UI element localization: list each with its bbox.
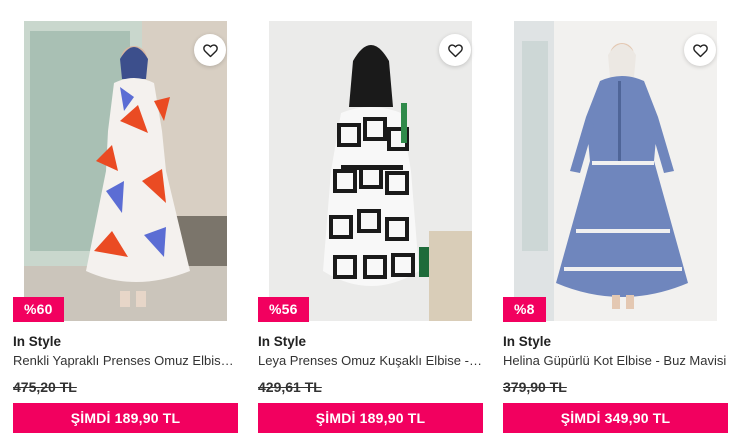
product-brand: In Style	[13, 334, 62, 349]
product-image[interactable]	[24, 21, 227, 321]
product-card[interactable]: %60 In Style Renkli Yapraklı Prenses Omu…	[13, 0, 238, 448]
heart-icon	[692, 43, 708, 57]
product-name[interactable]: Leya Prenses Omuz Kuşaklı Elbise - Siyah	[258, 353, 483, 368]
product-name[interactable]: Helina Güpürlü Kot Elbise - Buz Mavisi	[503, 353, 728, 368]
woman-floral-dress-photo	[24, 21, 227, 321]
old-price: 475,20 TL	[13, 379, 77, 395]
discount-badge: %60	[13, 297, 64, 322]
product-image[interactable]	[269, 21, 472, 321]
discount-badge: %56	[258, 297, 309, 322]
favorite-button[interactable]	[684, 34, 716, 66]
current-price-button[interactable]: ŞİMDİ 189,90 TL	[258, 403, 483, 433]
discount-badge: %8	[503, 297, 546, 322]
product-brand: In Style	[258, 334, 307, 349]
woman-geometric-dress-photo	[269, 21, 472, 321]
product-card[interactable]: %8 In Style Helina Güpürlü Kot Elbise - …	[503, 0, 728, 448]
current-price-button[interactable]: ŞİMDİ 349,90 TL	[503, 403, 728, 433]
woman-denim-dress-photo	[514, 21, 717, 321]
favorite-button[interactable]	[194, 34, 226, 66]
old-price: 429,61 TL	[258, 379, 322, 395]
heart-icon	[447, 43, 463, 57]
old-price: 379,90 TL	[503, 379, 567, 395]
product-grid: %60 In Style Renkli Yapraklı Prenses Omu…	[0, 0, 744, 448]
heart-icon	[202, 43, 218, 57]
product-name[interactable]: Renkli Yapraklı Prenses Omuz Elbise - La…	[13, 353, 238, 368]
current-price-button[interactable]: ŞİMDİ 189,90 TL	[13, 403, 238, 433]
favorite-button[interactable]	[439, 34, 471, 66]
product-image[interactable]	[514, 21, 717, 321]
product-brand: In Style	[503, 334, 552, 349]
product-card[interactable]: %56 In Style Leya Prenses Omuz Kuşaklı E…	[258, 0, 483, 448]
